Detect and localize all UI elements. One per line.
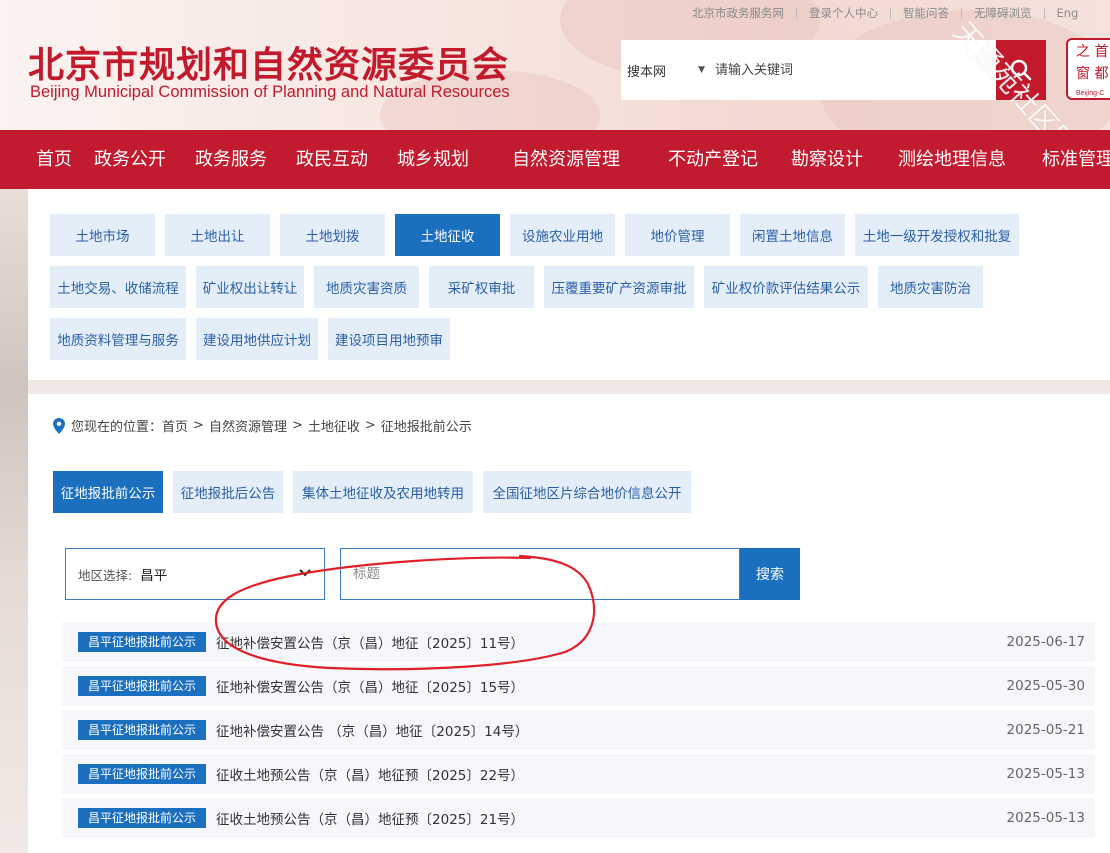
divider bbox=[796, 7, 797, 19]
divider bbox=[1043, 7, 1045, 19]
list-item-badge[interactable]: 昌平征地报批前公示 bbox=[78, 808, 207, 828]
list-item-title[interactable]: 征收土地预公告（京（昌）地征预〔2025〕21号） bbox=[216, 808, 524, 828]
category-land-allocation[interactable]: 土地划拨 bbox=[280, 214, 385, 256]
caret-down-icon: ▼ bbox=[698, 65, 705, 75]
category-land-trading[interactable]: 土地交易、收储流程 bbox=[50, 266, 186, 308]
list-item-badge[interactable]: 昌平征地报批前公示 bbox=[78, 632, 207, 652]
list-item-title[interactable]: 征地补偿安置公告（京（昌）地征〔2025〕11号） bbox=[216, 632, 524, 652]
filter-search-button[interactable]: 搜索 bbox=[740, 548, 800, 600]
list-item-title[interactable]: 征地补偿安置公告（京（昌）地征〔2025〕15号） bbox=[216, 676, 524, 696]
list-item-date: 2025-06-17 bbox=[1006, 634, 1085, 650]
divider bbox=[961, 7, 962, 19]
nav-home[interactable]: 首页 bbox=[36, 130, 72, 189]
nav-survey-design[interactable]: 勘察设计 bbox=[791, 130, 863, 189]
list-item-title[interactable]: 征收土地预公告（京（昌）地征预〔2025〕22号） bbox=[216, 764, 524, 784]
top-links: 北京市政务服务网 登录个人中心 智能问答 无障碍浏览 Eng bbox=[692, 5, 1078, 21]
list-item-badge[interactable]: 昌平征地报批前公示 bbox=[78, 676, 207, 696]
list-item-badge[interactable]: 昌平征地报批前公示 bbox=[78, 764, 207, 784]
category-mining-valuation[interactable]: 矿业权价款评估结果公示 bbox=[704, 266, 868, 308]
top-link-accessibility[interactable]: 无障碍浏览 bbox=[974, 5, 1032, 21]
category-geo-data-services[interactable]: 地质资料管理与服务 bbox=[50, 318, 186, 360]
nav-mapping[interactable]: 测绘地理信息 bbox=[898, 130, 1006, 189]
nav-gov-affairs[interactable]: 政务公开 bbox=[94, 130, 166, 189]
seal-line: 之 首 bbox=[1076, 44, 1109, 60]
top-link-gov-service[interactable]: 北京市政务服务网 bbox=[692, 5, 784, 21]
tab-post-approval-notice[interactable]: 征地报批后公告 bbox=[173, 471, 283, 513]
list-item[interactable]: 昌平征地报批前公示 征收土地预公告（京（昌）地征预〔2025〕22号） 2025… bbox=[62, 754, 1095, 794]
seal-caption: Beijing-C bbox=[1076, 90, 1105, 97]
list-item[interactable]: 昌平征地报批前公示 征地补偿安置公告（京（昌）地征〔2025〕15号） 2025… bbox=[62, 666, 1095, 706]
category-mining-rights-transfer[interactable]: 矿业权出让转让 bbox=[196, 266, 304, 308]
category-primary-development[interactable]: 土地一级开发授权和批复 bbox=[855, 214, 1019, 256]
breadcrumb-sep: > bbox=[364, 418, 376, 433]
site-search: 搜本网 ▼ bbox=[621, 40, 996, 100]
nav-real-estate[interactable]: 不动产登记 bbox=[668, 130, 758, 189]
category-land-supply-plan[interactable]: 建设用地供应计划 bbox=[196, 318, 318, 360]
title-search-field bbox=[340, 548, 740, 600]
category-geo-hazard-prevention[interactable]: 地质灾害防治 bbox=[878, 266, 983, 308]
nav-standards[interactable]: 标准管理 bbox=[1042, 130, 1110, 189]
category-land-market[interactable]: 土地市场 bbox=[50, 214, 155, 256]
divider bbox=[890, 7, 891, 19]
category-land-transfer[interactable]: 土地出让 bbox=[165, 214, 270, 256]
capital-window-seal[interactable]: 之 首 窗 都 Beijing-C bbox=[1066, 38, 1110, 100]
breadcrumb-home[interactable]: 首页 bbox=[162, 416, 188, 435]
tab-pre-approval-notice[interactable]: 征地报批前公示 bbox=[53, 471, 163, 513]
list-item[interactable]: 昌平征地报批前公示 征收土地预公告（京（昌）地征预〔2025〕21号） 2025… bbox=[62, 798, 1095, 838]
category-geo-hazard-qualification[interactable]: 地质灾害资质 bbox=[314, 266, 419, 308]
background-landscape bbox=[0, 189, 28, 853]
breadcrumb-land-expropriation[interactable]: 土地征收 bbox=[308, 416, 360, 435]
breadcrumb-current: 征地报批前公示 bbox=[380, 420, 472, 435]
site-logo-en: Beijing Municipal Commission of Planning… bbox=[30, 83, 510, 101]
nav-gov-services[interactable]: 政务服务 bbox=[195, 130, 267, 189]
breadcrumb-prefix: 您现在的位置： bbox=[71, 420, 163, 435]
list-item[interactable]: 昌平征地报批前公示 征地补偿安置公告（京（昌）地征〔2025〕11号） 2025… bbox=[62, 622, 1095, 662]
category-land-expropriation[interactable]: 土地征收 bbox=[395, 214, 500, 256]
top-link-english[interactable]: Eng bbox=[1057, 6, 1079, 20]
list-item-badge[interactable]: 昌平征地报批前公示 bbox=[78, 720, 207, 740]
tab-land-price-info[interactable]: 全国征地区片综合地价信息公开 bbox=[483, 471, 691, 513]
category-idle-land[interactable]: 闲置土地信息 bbox=[740, 214, 845, 256]
region-select-value: 昌平 bbox=[140, 568, 168, 584]
site-logo-cn[interactable]: 北京市规划和自然资源委员会 bbox=[28, 36, 509, 88]
list-item-date: 2025-05-13 bbox=[1006, 810, 1085, 826]
breadcrumb-natural-resources[interactable]: 自然资源管理 bbox=[209, 416, 287, 435]
breadcrumb: 您现在的位置： 首页 > 自然资源管理 > 土地征收 > 征地报批前公示 bbox=[53, 416, 472, 435]
top-link-qa[interactable]: 智能问答 bbox=[903, 5, 949, 21]
tab-collective-land[interactable]: 集体土地征收及农用地转用 bbox=[293, 471, 473, 513]
title-input[interactable] bbox=[353, 566, 723, 582]
chevron-down-icon bbox=[299, 569, 311, 577]
seal-line: 窗 都 bbox=[1076, 66, 1109, 82]
location-pin-icon bbox=[53, 417, 65, 434]
category-mineral-overlay-approval[interactable]: 压覆重要矿产资源审批 bbox=[544, 266, 694, 308]
nav-interaction[interactable]: 政民互动 bbox=[296, 130, 368, 189]
list-item-date: 2025-05-21 bbox=[1006, 722, 1085, 738]
category-agri-facility-land[interactable]: 设施农业用地 bbox=[510, 214, 615, 256]
category-land-price[interactable]: 地价管理 bbox=[625, 214, 730, 256]
list-item-date: 2025-05-13 bbox=[1006, 766, 1085, 782]
section-gap bbox=[28, 380, 1110, 394]
breadcrumb-sep: > bbox=[291, 418, 303, 433]
search-input[interactable] bbox=[711, 62, 981, 78]
region-select[interactable]: 地区选择: 昌平 bbox=[65, 548, 325, 600]
nav-natural-resources[interactable]: 自然资源管理 bbox=[512, 130, 620, 189]
nav-urban-planning[interactable]: 城乡规划 bbox=[397, 130, 469, 189]
region-select-label: 地区选择: bbox=[78, 567, 133, 583]
list-item-date: 2025-05-30 bbox=[1006, 678, 1085, 694]
search-scope-select[interactable]: 搜本网 ▼ bbox=[621, 61, 711, 80]
list-item-title[interactable]: 征地补偿安置公告 （京（昌）地征〔2025〕14号） bbox=[216, 720, 528, 740]
top-link-login[interactable]: 登录个人中心 bbox=[809, 5, 878, 21]
category-land-pre-review[interactable]: 建设项目用地预审 bbox=[328, 318, 450, 360]
search-scope-label: 搜本网 bbox=[627, 64, 667, 80]
breadcrumb-sep: > bbox=[193, 418, 204, 433]
category-mining-approval[interactable]: 采矿权审批 bbox=[429, 266, 534, 308]
list-item[interactable]: 昌平征地报批前公示 征地补偿安置公告 （京（昌）地征〔2025〕14号） 202… bbox=[62, 710, 1095, 750]
main-nav: 首页 政务公开 政务服务 政民互动 城乡规划 自然资源管理 不动产登记 勘察设计… bbox=[0, 130, 1110, 189]
